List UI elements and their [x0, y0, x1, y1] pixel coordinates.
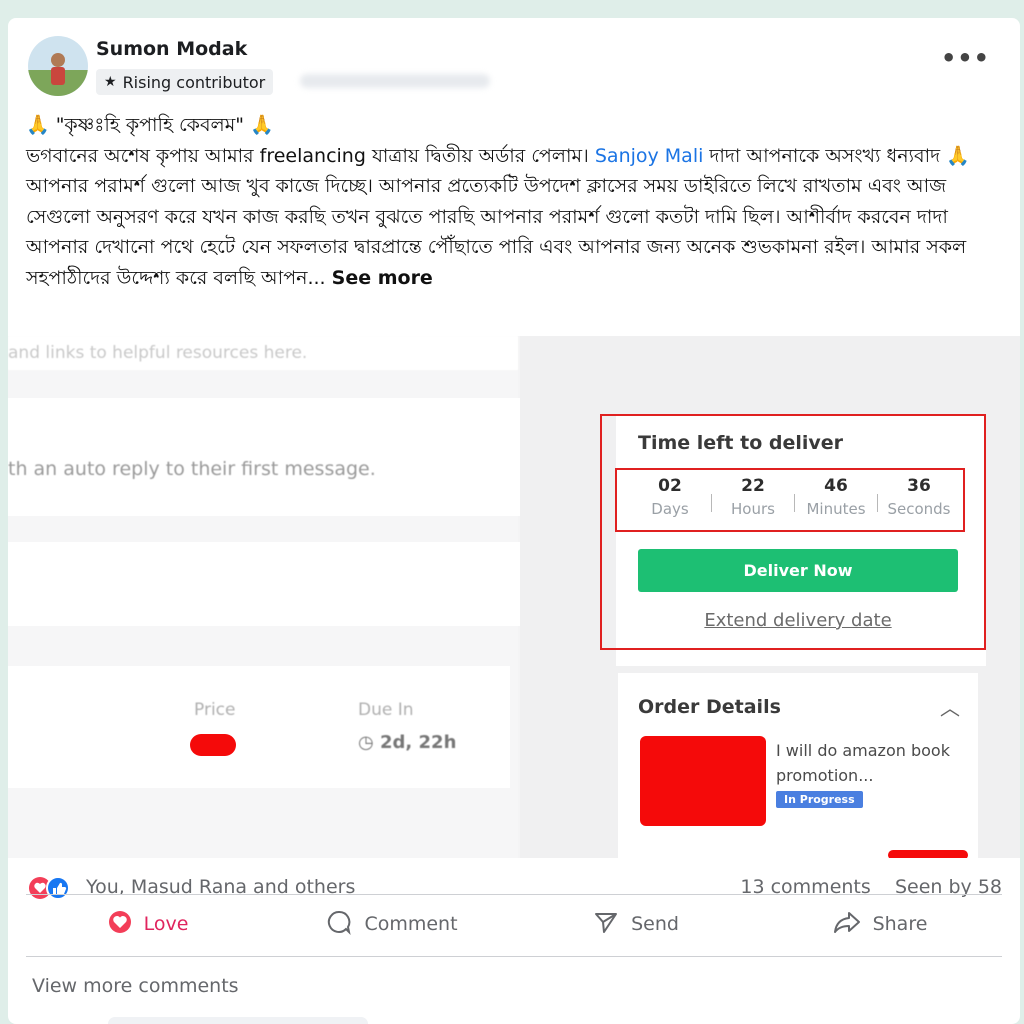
see-more-link[interactable]: See more: [332, 267, 433, 289]
countdown-hours-value: 22: [741, 476, 765, 496]
view-more-comments-link[interactable]: View more comments: [32, 975, 239, 997]
redacted-price: [190, 734, 236, 756]
countdown-days-value: 02: [658, 476, 682, 496]
divider: [26, 956, 1002, 957]
post-body-pre: ভগবানের অশেষ কৃপায় আমার freelancing যাত…: [26, 144, 595, 167]
author-name[interactable]: Sumon Modak: [96, 38, 247, 60]
share-button[interactable]: Share: [758, 888, 1002, 960]
badge-label: Rising contributor: [122, 72, 266, 92]
helpful-resources-text: and links to helpful resources here.: [8, 336, 518, 370]
send-button[interactable]: Send: [514, 888, 758, 960]
post-card: Sumon Modak ★ Rising contributor ••• 🙏 "…: [8, 18, 1020, 1024]
post-body: ভগবানের অশেষ কৃপায় আমার freelancing যাত…: [26, 141, 1006, 294]
send-icon: [593, 909, 619, 940]
post-text: 🙏 "কৃষ্ণঃহি কৃপাহি কেবলম" 🙏 ভগবানের অশেষ…: [26, 110, 1006, 293]
post-heading: 🙏 "কৃষ্ণঃহি কৃপাহি কেবলম" 🙏: [26, 114, 274, 136]
order-summary-card: [8, 666, 510, 788]
countdown-seconds: 36 Seconds: [877, 476, 961, 518]
redacted-bottom-value: [888, 850, 968, 858]
time-left-title: Time left to deliver: [638, 432, 844, 454]
status-badge: In Progress: [776, 791, 863, 808]
auto-reply-card: [8, 398, 554, 516]
star-icon: ★: [104, 74, 117, 90]
send-label: Send: [631, 913, 679, 935]
gig-description[interactable]: I will do amazon book promotion...: [776, 738, 976, 788]
countdown-seconds-unit: Seconds: [887, 500, 951, 518]
more-options-icon[interactable]: •••: [941, 44, 990, 72]
extend-delivery-link[interactable]: Extend delivery date: [638, 610, 958, 631]
deliver-now-button[interactable]: Deliver Now: [638, 549, 958, 592]
auto-reply-text: th an auto reply to their first message.: [8, 458, 376, 480]
comment-icon: [326, 909, 352, 940]
chevron-up-icon[interactable]: ︿: [940, 692, 960, 721]
attached-screenshot[interactable]: and links to helpful resources here. th …: [8, 336, 1020, 858]
share-icon: [833, 909, 861, 940]
due-value: ◷ 2d, 22h: [358, 732, 456, 753]
countdown-seconds-value: 36: [907, 476, 931, 496]
love-button[interactable]: Love: [26, 888, 270, 960]
share-label: Share: [872, 913, 928, 935]
price-label: Price: [194, 700, 236, 720]
clock-icon: ◷: [358, 732, 374, 753]
comment-preview-stub: [108, 1017, 368, 1024]
countdown-minutes-unit: Minutes: [806, 500, 866, 518]
action-bar: Love Comment Send Share: [26, 888, 1002, 960]
author-avatar[interactable]: [28, 36, 88, 96]
due-value-text: 2d, 22h: [380, 732, 457, 753]
screenshot-left-pane: and links to helpful resources here. th …: [8, 336, 554, 858]
comment-button[interactable]: Comment: [270, 888, 514, 960]
order-details-title: Order Details: [638, 696, 781, 718]
countdown-minutes: 46 Minutes: [794, 476, 878, 518]
comment-label: Comment: [364, 913, 458, 935]
countdown-minutes-value: 46: [824, 476, 848, 496]
redacted-gig-image: [640, 736, 766, 826]
due-label: Due In: [358, 700, 414, 720]
love-label: Love: [143, 913, 189, 935]
countdown-hours: 22 Hours: [711, 476, 795, 518]
blank-card: [8, 542, 554, 626]
heart-icon: [108, 910, 132, 939]
countdown-hours-unit: Hours: [731, 500, 775, 518]
mention-link[interactable]: Sanjoy Mali: [595, 145, 704, 167]
contributor-badge[interactable]: ★ Rising contributor: [96, 69, 274, 95]
blurred-timestamp: [300, 74, 490, 88]
countdown-days: 02 Days: [628, 476, 712, 518]
countdown-days-unit: Days: [651, 500, 689, 518]
